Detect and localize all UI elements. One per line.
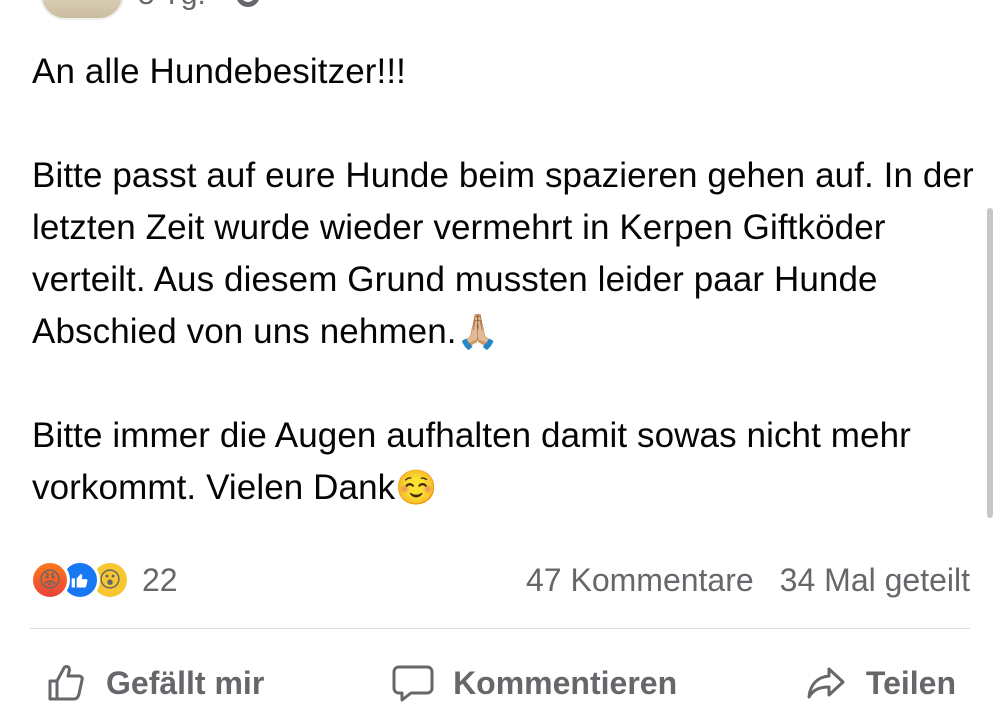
like-label: Gefällt mir [106,664,265,701]
post-line-1: An alle Hundebesitzer!!! [32,52,407,91]
reactions-count[interactable]: 22 [142,562,178,599]
share-button[interactable]: Teilen [790,661,970,705]
avatar[interactable] [40,0,124,20]
post-stats: 😡 😮 22 47 Kommentare 34 Mal geteilt [30,555,970,605]
paragraph-2-text: Bitte passt auf eure Hunde beim spaziere… [32,156,974,351]
action-bar: Gefällt mir Kommentieren Teilen [30,650,970,716]
praying-hands-icon: 🙏🏼 [456,313,500,351]
globe-icon [235,0,260,7]
divider [30,628,970,629]
comment-button[interactable]: Kommentieren [377,661,691,705]
like-button[interactable]: Gefällt mir [30,661,278,705]
share-label: Teilen [865,664,956,701]
comment-bubble-icon [392,665,434,702]
post-meta: 5 Tg. · [138,0,260,12]
post-paragraph-2: Bitte passt auf eure Hunde beim spaziere… [32,150,982,358]
share-arrow-icon [807,667,845,699]
comment-label: Kommentieren [453,664,678,701]
post-paragraph-3: Bitte immer die Augen aufhalten damit so… [32,410,982,514]
post-header: 5 Tg. · [40,0,260,20]
paragraph-3-text: Bitte immer die Augen aufhalten damit so… [32,416,911,507]
shares-count[interactable]: 34 Mal geteilt [780,562,970,599]
post-time[interactable]: 5 Tg. [138,0,206,12]
thumbs-up-icon [48,665,84,701]
smiling-face-icon: ☺️ [395,469,438,507]
post-body: An alle Hundebesitzer!!! Bitte passt auf… [32,46,982,514]
reactions-summary[interactable]: 😡 😮 22 [30,560,178,600]
angry-icon: 😡 [30,560,70,600]
meta-separator: · [216,0,226,12]
scrollbar[interactable] [987,208,993,518]
comments-count[interactable]: 47 Kommentare [526,562,754,599]
